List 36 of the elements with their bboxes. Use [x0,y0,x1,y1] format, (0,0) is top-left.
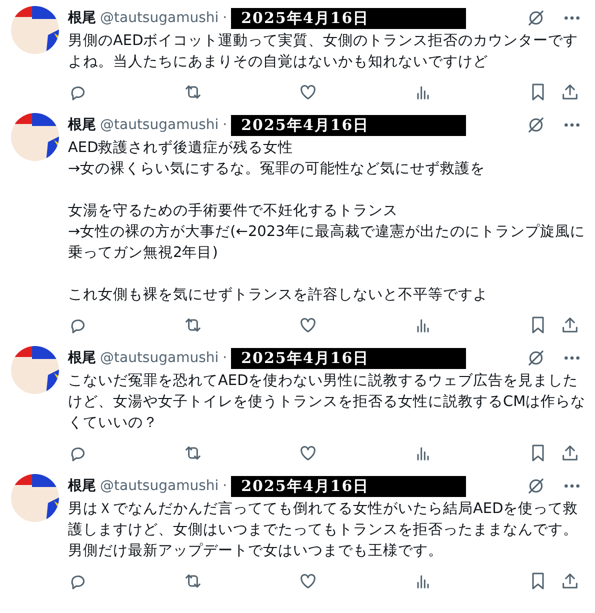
like-icon[interactable] [298,571,318,591]
share-icon[interactable] [560,443,580,463]
author-name[interactable]: 根尾 [68,477,96,495]
separator-dot: · [222,10,228,26]
author-handle[interactable]: @tautsugamushi [100,117,219,133]
author-name[interactable]: 根尾 [68,349,96,367]
share-icon[interactable] [560,82,580,102]
slashed-circle-icon[interactable] [526,115,546,135]
author-handle[interactable]: @tautsugamushi [100,478,219,494]
author-handle[interactable]: @tautsugamushi [100,350,219,366]
post-date: 2025年4月16日 [231,114,466,136]
like-icon[interactable] [298,82,318,102]
separator-dot: · [222,478,228,494]
slashed-circle-icon[interactable] [526,476,546,496]
author-name[interactable]: 根尾 [68,116,96,134]
post-text: 女湯を守るための手術要件で不妊化するトランス [68,202,399,221]
author-name[interactable]: 根尾 [68,9,96,27]
separator-dot: · [222,350,228,366]
slashed-circle-icon[interactable] [526,8,546,28]
like-icon[interactable] [298,315,318,335]
post-text: 男はＸでなんだかんだ言ってても倒れてる女性がいたら結局AEDを使って救護しますけど、女側はいつまでたってもトランスを拒否ったままなんです。男側だけ最新アップデートで女はいつまでも王様です。 [68,500,580,561]
slashed-circle-icon[interactable] [526,348,546,368]
post-text: →女の裸くらい気にするな。冤罪の可能性など気にせず救護を [68,160,486,179]
post-text: 男側のAEDボイコット運動って実質、女側のトランス拒否のカウンターですよね。当人たちにあまりその自覚はないかも知れないですけど [68,32,580,72]
post-date: 2025年4月16日 [231,8,466,28]
share-icon[interactable] [560,571,580,591]
share-icon[interactable] [560,315,580,335]
like-icon[interactable] [298,443,318,463]
separator-dot: · [222,117,228,133]
post-date: 2025年4月16日 [231,348,466,368]
post-date: 2025年4月16日 [231,476,466,496]
post-text: これ女側も裸を気にせずトランスを許容しないと不平等ですよ [68,286,489,305]
post-text: AED救護されず後遺症が残る女性 [68,139,294,158]
post-text: こないだ冤罪を恐れてAEDを使わない男性に説教するウェブ広告を見ましたけど、女湯や女子トイレを使うトランスを拒否る女性に説教するCMは作らなくていいの？ [68,372,587,433]
post-text: →女性の裸の方が大事だ(←2023年に最高裁で違憲が出たのにトランプ旋風に乗ってガン無視2年目) [68,222,586,263]
author-handle[interactable]: @tautsugamushi [100,10,219,26]
